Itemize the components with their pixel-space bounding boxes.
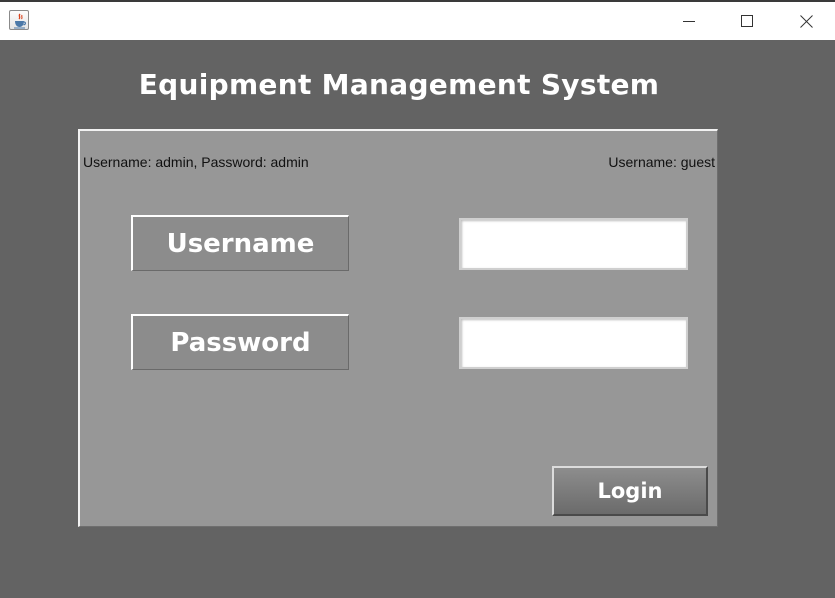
maximize-button[interactable] bbox=[718, 2, 776, 40]
close-icon bbox=[799, 14, 813, 28]
minimize-icon bbox=[683, 21, 695, 22]
guest-credentials-hint: Username: guest bbox=[608, 154, 715, 170]
java-cup-icon bbox=[9, 10, 29, 30]
content-pane: Equipment Management System Username: ad… bbox=[0, 40, 835, 598]
page-title: Equipment Management System bbox=[138, 68, 660, 101]
login-button[interactable]: Login bbox=[552, 466, 708, 516]
app-window: Equipment Management System Username: ad… bbox=[0, 0, 835, 598]
title-bar[interactable] bbox=[0, 2, 835, 40]
admin-credentials-hint: Username: admin, Password: admin bbox=[83, 154, 309, 170]
maximize-icon bbox=[741, 15, 753, 27]
password-field[interactable] bbox=[459, 317, 688, 369]
username-label: Username bbox=[131, 215, 349, 271]
minimize-button[interactable] bbox=[660, 2, 718, 40]
login-panel: Username: admin, Password: admin Usernam… bbox=[78, 129, 718, 527]
close-button[interactable] bbox=[777, 2, 835, 40]
username-field[interactable] bbox=[459, 218, 688, 270]
password-label: Password bbox=[131, 314, 349, 370]
